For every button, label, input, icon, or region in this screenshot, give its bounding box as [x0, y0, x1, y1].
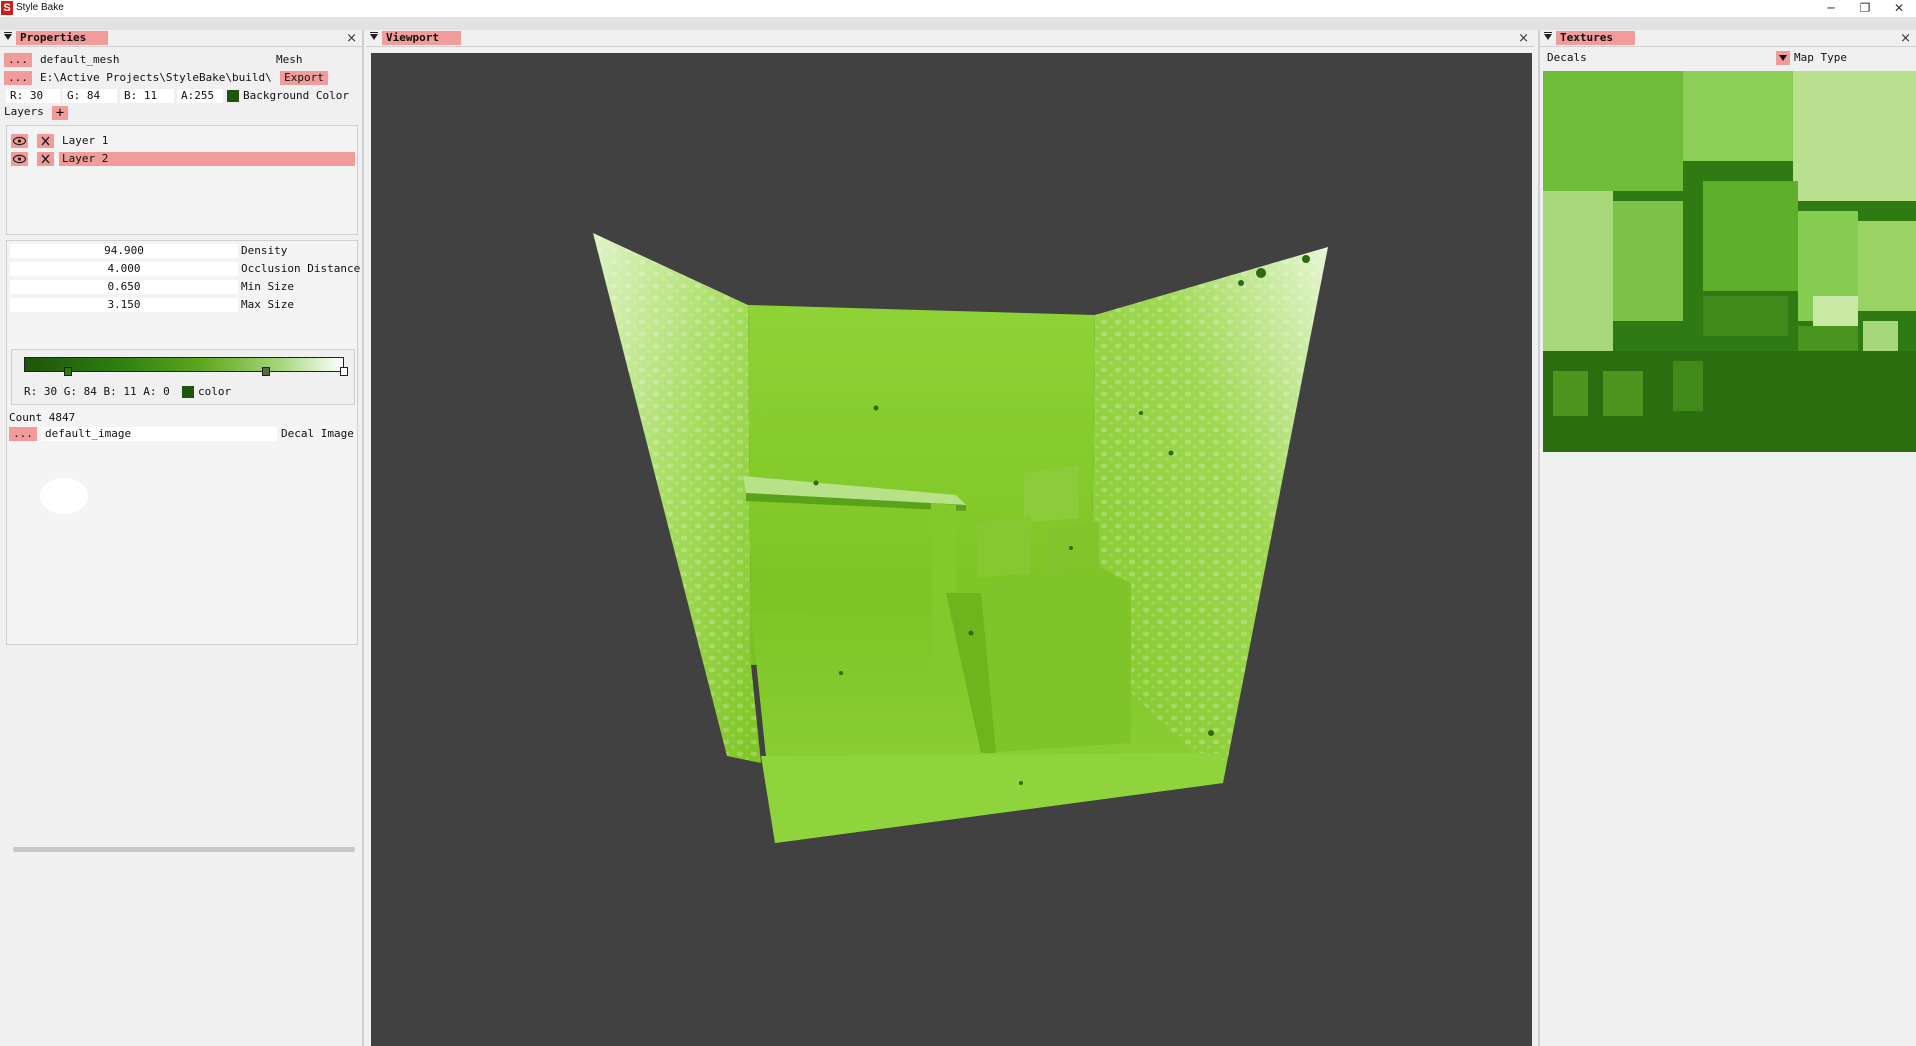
close-icon[interactable]: ×	[346, 30, 357, 47]
delete-layer-icon[interactable]	[37, 134, 54, 148]
density-label: Density	[241, 244, 288, 257]
map-type-label: Map Type	[1794, 51, 1847, 64]
browse-decal-image-button[interactable]: ...	[9, 427, 37, 441]
layer-parameters: 94.900 Density 4.000 Occlusion Distance …	[6, 240, 361, 852]
decal-image-label: Decal Image	[281, 427, 354, 440]
menu-strip	[0, 17, 1916, 30]
layer-row[interactable]: Layer 2	[7, 152, 357, 166]
export-button[interactable]: Export	[280, 71, 328, 85]
occlusion-distance-label: Occlusion Distance	[241, 262, 361, 275]
collapse-arrow-icon[interactable]	[4, 32, 12, 40]
title-bar: S Style Bake ─ ❐ ✕	[0, 0, 1916, 17]
gradient-color-swatch[interactable]	[182, 386, 194, 398]
eye-icon[interactable]	[11, 134, 28, 148]
eye-icon[interactable]	[11, 152, 28, 166]
layer-name[interactable]: Layer 2	[59, 152, 355, 166]
bg-color-swatch[interactable]	[227, 90, 239, 102]
export-path-field[interactable]: E:\Active Projects\StyleBake\build\	[36, 71, 272, 85]
add-layer-button[interactable]: +	[52, 106, 68, 120]
textures-header: Textures ×	[1540, 30, 1916, 47]
gradient-stop-handle[interactable]	[262, 367, 270, 376]
bg-a-field[interactable]: A:255	[177, 89, 223, 103]
min-size-label: Min Size	[241, 280, 294, 293]
browse-export-button[interactable]: ...	[4, 71, 32, 85]
layers-label: Layers	[4, 105, 44, 118]
color-gradient-editor: R: 30 G: 84 B: 11 A: 0 color	[11, 349, 355, 405]
gradient-stop-handle[interactable]	[64, 367, 72, 376]
gradient-color-label: color	[198, 385, 232, 398]
textures-panel: Textures × Decals Map Type	[1538, 30, 1916, 1046]
properties-header: Properties ×	[0, 30, 362, 47]
bg-g-field[interactable]: G: 84	[63, 89, 117, 103]
dropdown-arrow-icon[interactable]	[1776, 51, 1790, 65]
browse-mesh-button[interactable]: ...	[4, 53, 32, 67]
tab-viewport[interactable]: Viewport	[382, 31, 461, 45]
app-logo-icon: S	[1, 1, 13, 15]
properties-panel: Properties × ... default_mesh Mesh ... E…	[0, 30, 364, 1046]
min-size-input[interactable]: 0.650	[10, 280, 238, 294]
tab-properties[interactable]: Properties	[16, 31, 109, 45]
texture-select[interactable]: Decals	[1544, 51, 1778, 65]
collapse-arrow-icon[interactable]	[1544, 32, 1552, 40]
minimize-button[interactable]: ─	[1814, 0, 1848, 17]
tab-textures[interactable]: Textures	[1556, 31, 1635, 45]
bg-b-field[interactable]: B: 11	[120, 89, 174, 103]
maximize-button[interactable]: ❐	[1848, 0, 1882, 17]
decal-count: Count 4847	[9, 411, 76, 424]
gradient-color-rgba[interactable]: R: 30 G: 84 B: 11 A: 0	[24, 385, 170, 399]
horizontal-scrollbar[interactable]	[13, 847, 355, 852]
3d-viewport[interactable]	[371, 53, 1532, 1046]
window-title: Style Bake	[16, 2, 64, 13]
close-icon[interactable]: ×	[1900, 30, 1911, 47]
gradient-bar[interactable]	[24, 357, 344, 372]
layer-row[interactable]: Layer 1	[7, 134, 357, 148]
max-size-label: Max Size	[241, 298, 294, 311]
decal-image-preview	[40, 478, 88, 514]
density-input[interactable]: 94.900	[10, 244, 238, 258]
viewport-header: Viewport ×	[366, 30, 1534, 47]
close-window-button[interactable]: ✕	[1882, 0, 1916, 17]
mesh-field[interactable]: default_mesh	[36, 53, 272, 67]
viewport-panel: Viewport ×	[366, 30, 1534, 1046]
delete-layer-icon[interactable]	[37, 152, 54, 166]
layer-name[interactable]: Layer 1	[59, 134, 355, 148]
layers-list: Layer 1 Layer 2	[6, 125, 358, 235]
collapse-arrow-icon[interactable]	[370, 32, 378, 40]
texture-preview-image	[1543, 71, 1916, 452]
room-mesh-render[interactable]	[371, 53, 1532, 1046]
bg-color-label: Background Color	[243, 89, 349, 102]
close-icon[interactable]: ×	[1518, 30, 1529, 47]
max-size-input[interactable]: 3.150	[10, 298, 238, 312]
mesh-label: Mesh	[276, 53, 303, 66]
bg-r-field[interactable]: R: 30	[6, 89, 60, 103]
gradient-stop-handle[interactable]	[340, 367, 348, 376]
occlusion-distance-input[interactable]: 4.000	[10, 262, 238, 276]
decal-image-field[interactable]: default_image	[41, 427, 277, 441]
